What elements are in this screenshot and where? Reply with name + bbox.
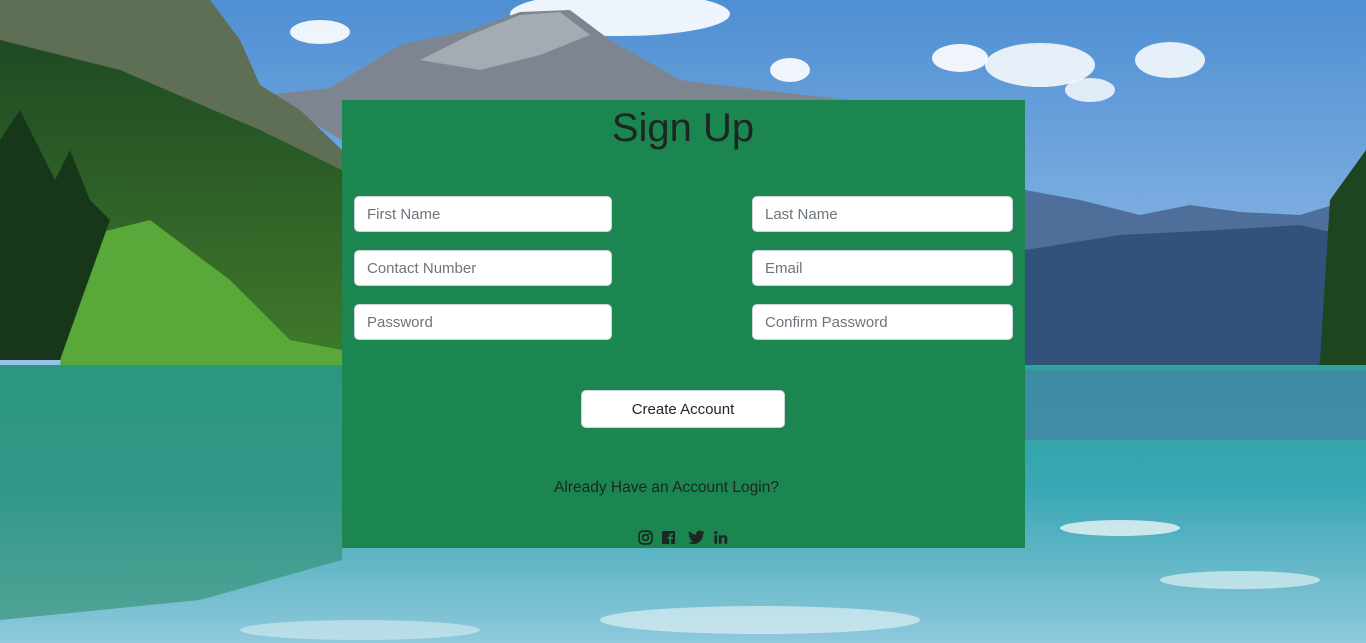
email-input[interactable]: [752, 250, 1013, 286]
first-name-input[interactable]: [354, 196, 612, 232]
twitter-icon[interactable]: [687, 528, 705, 546]
linkedin-icon[interactable]: [711, 528, 729, 546]
page-title: Sign Up: [611, 106, 755, 150]
contact-number-input[interactable]: [354, 250, 612, 286]
password-input[interactable]: [354, 304, 612, 340]
confirm-password-input[interactable]: [752, 304, 1013, 340]
last-name-input[interactable]: [752, 196, 1013, 232]
login-link[interactable]: Already Have an Account Login?: [342, 479, 991, 497]
create-account-button[interactable]: Create Account: [581, 390, 785, 428]
facebook-icon[interactable]: [659, 528, 677, 546]
instagram-icon[interactable]: [636, 528, 654, 546]
